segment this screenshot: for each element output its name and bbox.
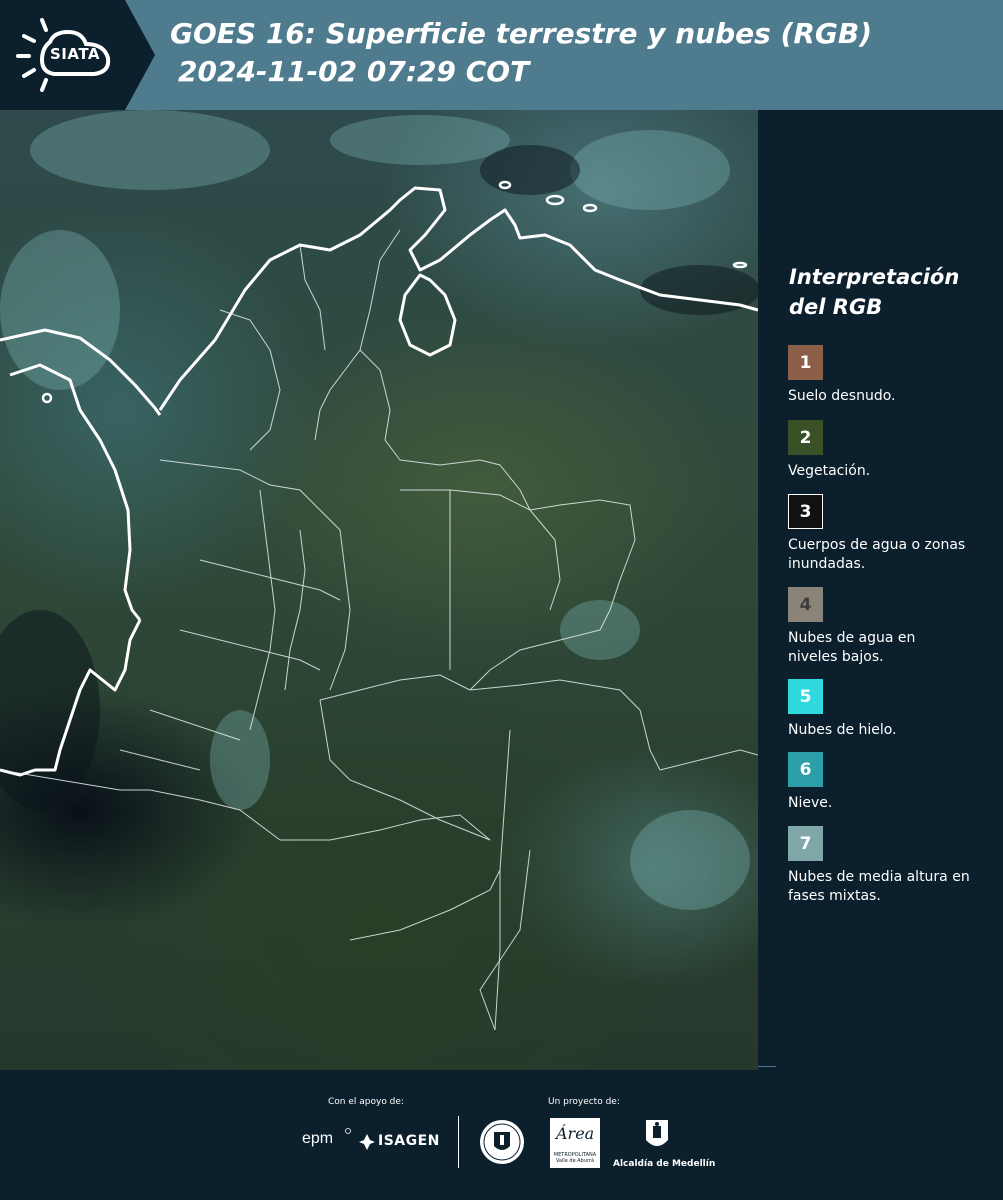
siata-logo-text: SIATA [50,45,101,63]
legend-label: Nieve. [788,795,833,811]
legend-swatch: 7 [788,826,823,861]
page-title: GOES 16: Superficie terrestre y nubes (R… [170,17,873,50]
isagen-logo-text: ISAGEN [378,1133,440,1149]
legend-item-suelo-desnudo: 1 Suelo desnudo. [788,345,993,406]
legend-item-nubes-bajas: 4 Nubes de agua en niveles bajos. [788,587,993,667]
legend-label: Vegetación. [788,463,871,479]
project-label: Un proyecto de: [548,1097,620,1107]
area-metropolitana-logo: Área METROPOLITANA Valle de Aburrá [550,1118,600,1168]
legend-label: Suelo desnudo. [788,388,896,404]
legend-label: Nubes de media altura en fases mixtas. [788,869,970,904]
area-metropolitana-text: METROPOLITANA Valle de Aburrá [553,1152,597,1164]
legend-label: Cuerpos de agua o zonas inundadas. [788,537,966,572]
legend-swatch: 6 [788,752,823,787]
legend-item-nubes-media-altura: 7 Nubes de media altura en fases mixtas. [788,826,993,906]
epm-logo: epm [302,1130,334,1147]
map-borders [0,110,758,1031]
satellite-map-image [0,110,758,1070]
page-subtitle: 2024-11-02 07:29 COT [178,55,530,88]
legend-swatch: 2 [788,420,823,455]
support-label: Con el apoyo de: [328,1097,404,1107]
legend-item-cuerpos-de-agua: 3 Cuerpos de agua o zonas inundadas. [788,494,993,574]
alcaldia-shield-icon [646,1120,668,1146]
footer-accent-line [758,1066,776,1067]
footer-divider [458,1116,459,1168]
legend-label: Nubes de agua en niveles bajos. [788,630,916,665]
legend-item-nubes-hielo: 5 Nubes de hielo. [788,679,993,740]
legend-item-nieve: 6 Nieve. [788,752,993,813]
universidad-seal-icon [480,1120,524,1164]
registered-mark-icon [345,1128,351,1134]
legend-label: Nubes de hielo. [788,722,897,738]
isagen-logo-icon [359,1134,375,1150]
legend-swatch: 4 [788,587,823,622]
legend-title: Interpretación del RGB [789,265,960,319]
alcaldia-text: Alcaldía de Medellín [613,1159,716,1169]
area-metropolitana-script: Área [556,1124,595,1143]
legend-swatch: 5 [788,679,823,714]
legend-swatch: 3 [788,494,823,529]
legend-swatch: 1 [788,345,823,380]
legend-item-vegetacion: 2 Vegetación. [788,420,993,481]
